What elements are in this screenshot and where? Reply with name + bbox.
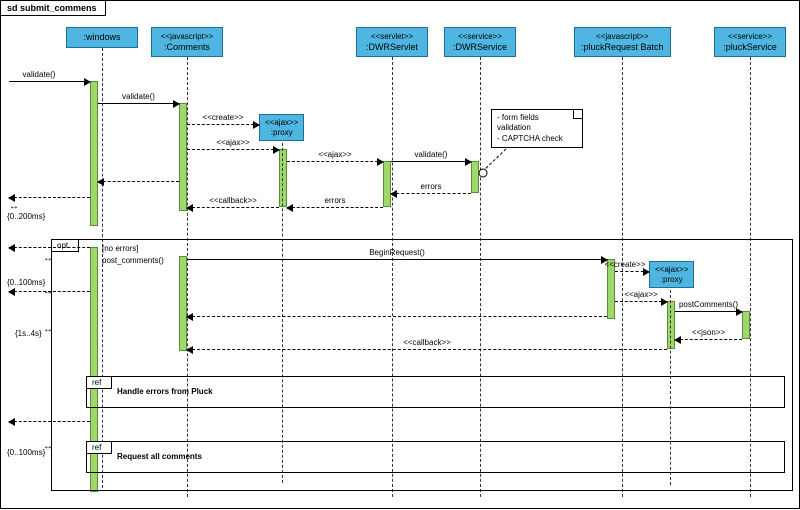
activation-bar <box>383 161 391 207</box>
sequence-diagram-frame: sd submit_commens :windows <<javascript>… <box>0 0 800 509</box>
message-arrow: validate() <box>98 103 179 104</box>
timing-constraint <box>41 324 55 335</box>
note-line: validation <box>497 123 577 133</box>
timing-label: {0..100ms} <box>7 278 45 287</box>
timing-constraint: {1s..4s} <box>15 329 42 338</box>
timing-constraint: {0..100ms} <box>7 448 45 457</box>
stereotype-label: <<ajax>> <box>265 118 298 128</box>
message-arrow: <<ajax>> <box>615 301 667 302</box>
fragment-label: post_comments() <box>102 256 164 265</box>
return-arrow: errors <box>287 207 383 208</box>
activation-bar <box>90 81 98 226</box>
return-arrow <box>9 421 90 422</box>
return-arrow: <<callback>> <box>187 207 279 208</box>
stereotype-label: <<servlet>> <box>363 32 421 42</box>
timing-label: {0..200ms} <box>7 212 45 221</box>
message-label: <<json>> <box>692 328 725 337</box>
lifeline-dwrservice: <<service>>:DWRService <box>444 27 516 57</box>
timing-constraint: {0..200ms} <box>7 201 45 221</box>
timing-constraint: {0..100ms} <box>7 278 45 287</box>
timing-constraint <box>41 286 55 297</box>
lifeline-windows: :windows <box>66 27 138 48</box>
note-line: - form fields <box>497 113 577 123</box>
diagram-title: sd submit_commens <box>1 1 106 16</box>
message-label: <<ajax>> <box>318 150 351 159</box>
message-arrow: <<ajax>> <box>187 149 279 150</box>
lifeline-label: :DWRServlet <box>363 42 421 53</box>
message-label: <<create>> <box>203 113 244 122</box>
return-arrow: <<callback>> <box>187 349 667 350</box>
message-arrow: BeginRequest() <box>187 259 607 260</box>
return-arrow: errors <box>391 193 471 194</box>
stereotype-label: <<service>> <box>721 32 779 42</box>
return-arrow <box>98 181 179 182</box>
message-label: <<callback>> <box>403 338 451 347</box>
timing-constraint <box>41 441 55 452</box>
fragment-operator: ref <box>87 442 112 454</box>
message-create-arrow: <<create>> <box>615 271 649 272</box>
return-arrow <box>187 316 607 317</box>
lifeline-label: :DWRService <box>451 42 509 53</box>
timing-label: {0..100ms} <box>7 448 45 457</box>
lifeline-label: :pluckService <box>721 42 779 53</box>
fragment-operator: ref <box>87 377 112 389</box>
activation-bar <box>471 161 479 193</box>
lifeline-label: :Comments <box>158 42 216 53</box>
activation-bar <box>279 149 287 207</box>
message-arrow: postComments() <box>675 311 742 312</box>
message-label: <<ajax>> <box>216 138 249 147</box>
stereotype-label: <<javascript>> <box>158 32 216 42</box>
stereotype-label: <<service>> <box>451 32 509 42</box>
lifeline-pluckrequestbatch: <<javascript>>:pluckRequest Batch <box>574 27 671 57</box>
lifeline-label: :pluckRequest Batch <box>581 42 664 53</box>
message-arrow: <<ajax>> <box>287 161 383 162</box>
lifeline-proxy-created: <<ajax>> :proxy <box>259 114 304 141</box>
message-label: <<ajax>> <box>624 290 657 299</box>
message-arrow: validate() <box>9 81 90 82</box>
lifeline-comments: <<javascript>>:Comments <box>151 27 223 57</box>
return-arrow: <<json>> <box>675 339 742 340</box>
fragment-ref: ref Request all comments <box>86 441 785 473</box>
message-label: validate() <box>415 150 448 159</box>
message-label: validate() <box>122 92 155 101</box>
lifeline-dwrservlet: <<servlet>>:DWRServlet <box>356 27 428 57</box>
lifeline-label: :proxy <box>265 128 298 138</box>
return-arrow <box>9 197 90 198</box>
fragment-guard: [no errors] <box>102 244 138 253</box>
message-arrow: validate() <box>391 161 471 162</box>
activation-bar <box>179 103 187 211</box>
timing-constraint <box>41 253 55 264</box>
ref-label: Handle errors from Pluck <box>117 387 213 396</box>
message-label: <<create>> <box>605 260 646 269</box>
timing-label: {1s..4s} <box>15 329 42 338</box>
note-line: - CAPTCHA check <box>497 134 577 144</box>
ref-label: Request all comments <box>117 452 202 461</box>
fragment-operator: opt <box>52 240 79 252</box>
fragment-ref: ref Handle errors from Pluck <box>86 376 785 408</box>
message-label: <<callback>> <box>209 196 257 205</box>
stereotype-label: <<javascript>> <box>581 32 664 42</box>
message-label: errors <box>325 196 346 205</box>
message-label: errors <box>421 182 442 191</box>
message-label: BeginRequest() <box>369 248 425 257</box>
message-create-arrow: <<create>> <box>187 124 259 125</box>
message-label: postComments() <box>679 300 738 309</box>
lifeline-label: :windows <box>73 32 131 43</box>
note-box: - form fields validation - CAPTCHA check <box>491 109 583 148</box>
message-label: validate() <box>23 70 56 79</box>
return-arrow <box>9 247 90 248</box>
lifeline-pluckservice: <<service>>:pluckService <box>714 27 786 57</box>
